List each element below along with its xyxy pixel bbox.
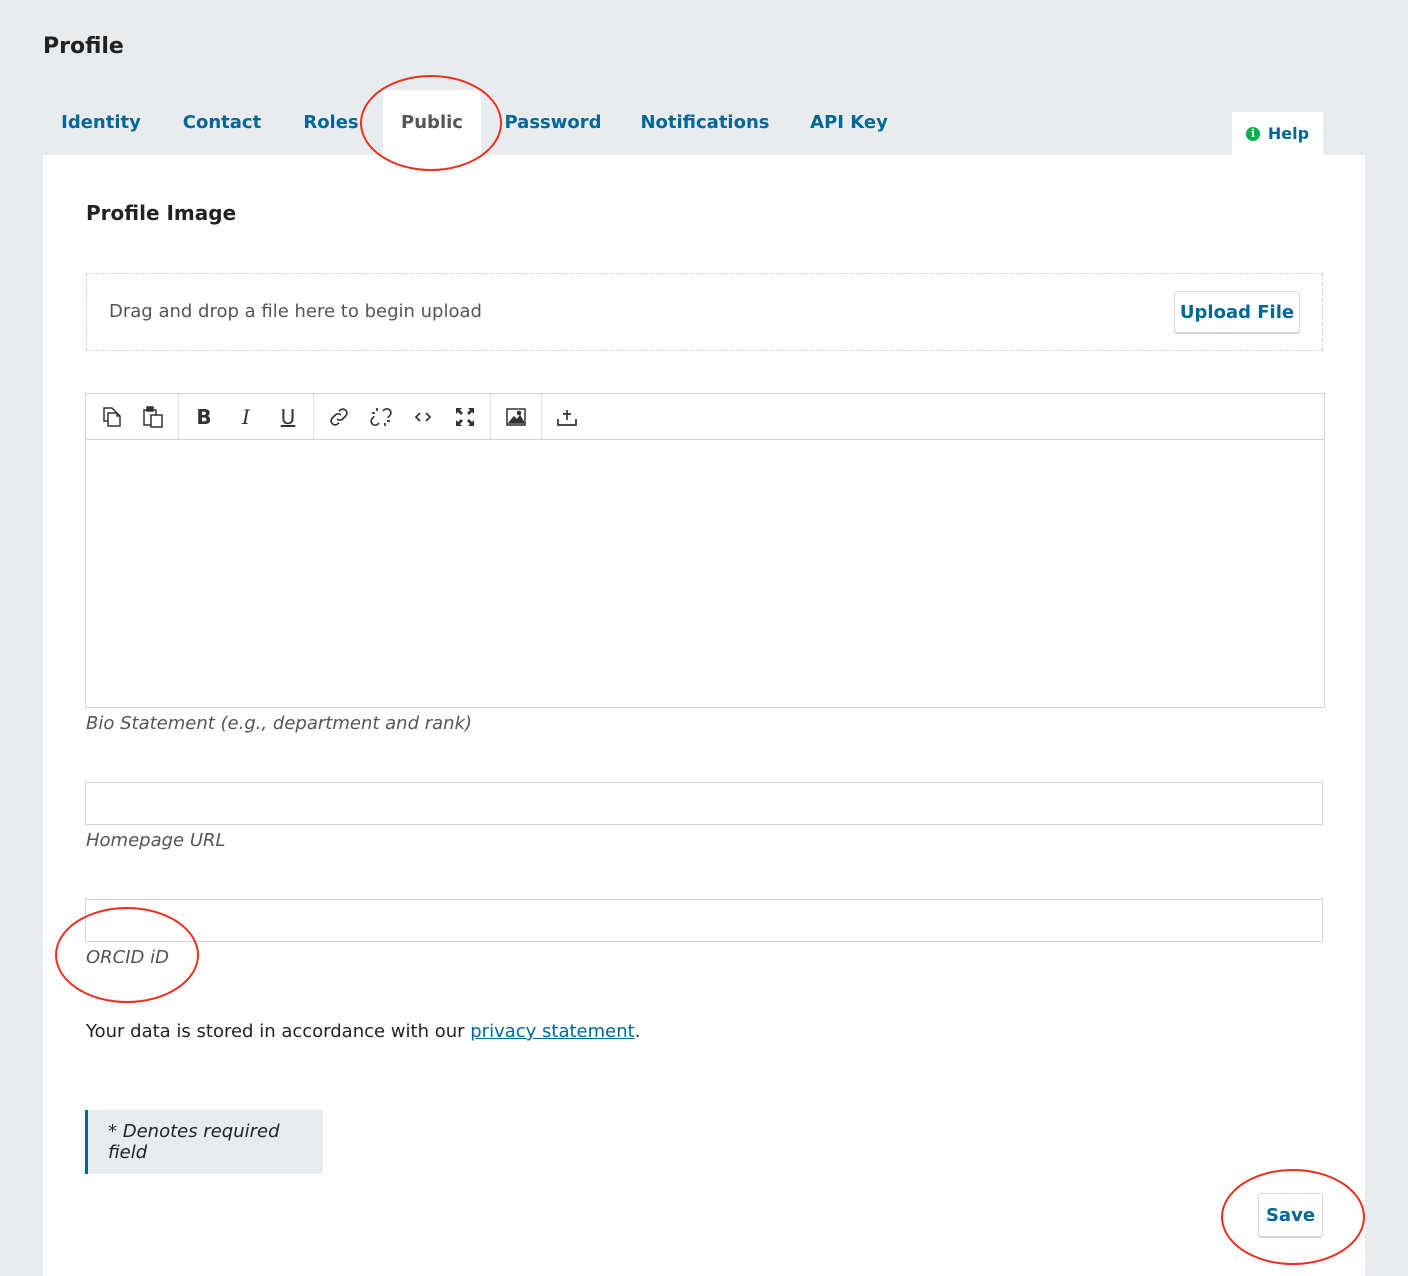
tab-password[interactable]: Password [498, 90, 608, 155]
homepage-url-label: Homepage URL [86, 830, 226, 851]
tab-roles[interactable]: Roles [295, 90, 367, 155]
toolbar-group-clipboard [86, 394, 179, 439]
paste-icon[interactable] [132, 395, 174, 439]
copy-icon[interactable] [90, 395, 132, 439]
privacy-prefix: Your data is stored in accordance with o… [86, 1021, 471, 1042]
fullscreen-icon[interactable] [444, 395, 486, 439]
image-icon[interactable] [495, 395, 537, 439]
homepage-url-input[interactable] [85, 782, 1323, 825]
tab-public[interactable]: Public [383, 90, 481, 155]
bio-statement-label: Bio Statement (e.g., department and rank… [86, 713, 473, 734]
toolbar-group-upload [542, 394, 592, 439]
bio-editor: B I U [85, 393, 1325, 708]
profile-image-heading: Profile Image [86, 201, 237, 225]
unlink-icon[interactable] [360, 395, 402, 439]
code-icon[interactable] [402, 395, 444, 439]
underline-icon[interactable]: U [267, 395, 309, 439]
link-icon[interactable] [318, 395, 360, 439]
orcid-label: ORCID iD [86, 947, 169, 968]
dropzone-text: Drag and drop a file here to begin uploa… [109, 301, 482, 322]
required-field-note: * Denotes required field [85, 1110, 323, 1174]
italic-icon[interactable]: I [225, 395, 267, 439]
tab-contact[interactable]: Contact [171, 90, 273, 155]
upload-icon[interactable] [546, 395, 588, 439]
tab-notifications[interactable]: Notifications [635, 90, 775, 155]
profile-tabs: Identity Contact Roles Public Password N… [43, 90, 1365, 155]
help-button[interactable]: i Help [1232, 112, 1323, 155]
public-profile-panel: Profile Image Drag and drop a file here … [43, 155, 1365, 1276]
privacy-suffix: . [634, 1021, 641, 1042]
orcid-input[interactable] [85, 899, 1323, 942]
upload-file-button[interactable]: Upload File [1174, 291, 1300, 333]
info-icon: i [1245, 126, 1260, 141]
toolbar-group-media [491, 394, 542, 439]
page-title: Profile [43, 34, 124, 59]
toolbar-group-insert [314, 394, 491, 439]
save-button[interactable]: Save [1258, 1193, 1323, 1237]
privacy-statement-link[interactable]: privacy statement [470, 1021, 634, 1042]
help-label: Help [1267, 124, 1310, 143]
tab-identity[interactable]: Identity [43, 90, 159, 155]
bold-icon[interactable]: B [183, 395, 225, 439]
tab-api-key[interactable]: API Key [805, 90, 893, 155]
editor-toolbar: B I U [86, 394, 1324, 440]
privacy-notice: Your data is stored in accordance with o… [86, 1021, 640, 1042]
toolbar-group-format: B I U [179, 394, 314, 439]
bio-editor-body[interactable] [86, 440, 1324, 707]
file-dropzone[interactable]: Drag and drop a file here to begin uploa… [86, 273, 1323, 351]
